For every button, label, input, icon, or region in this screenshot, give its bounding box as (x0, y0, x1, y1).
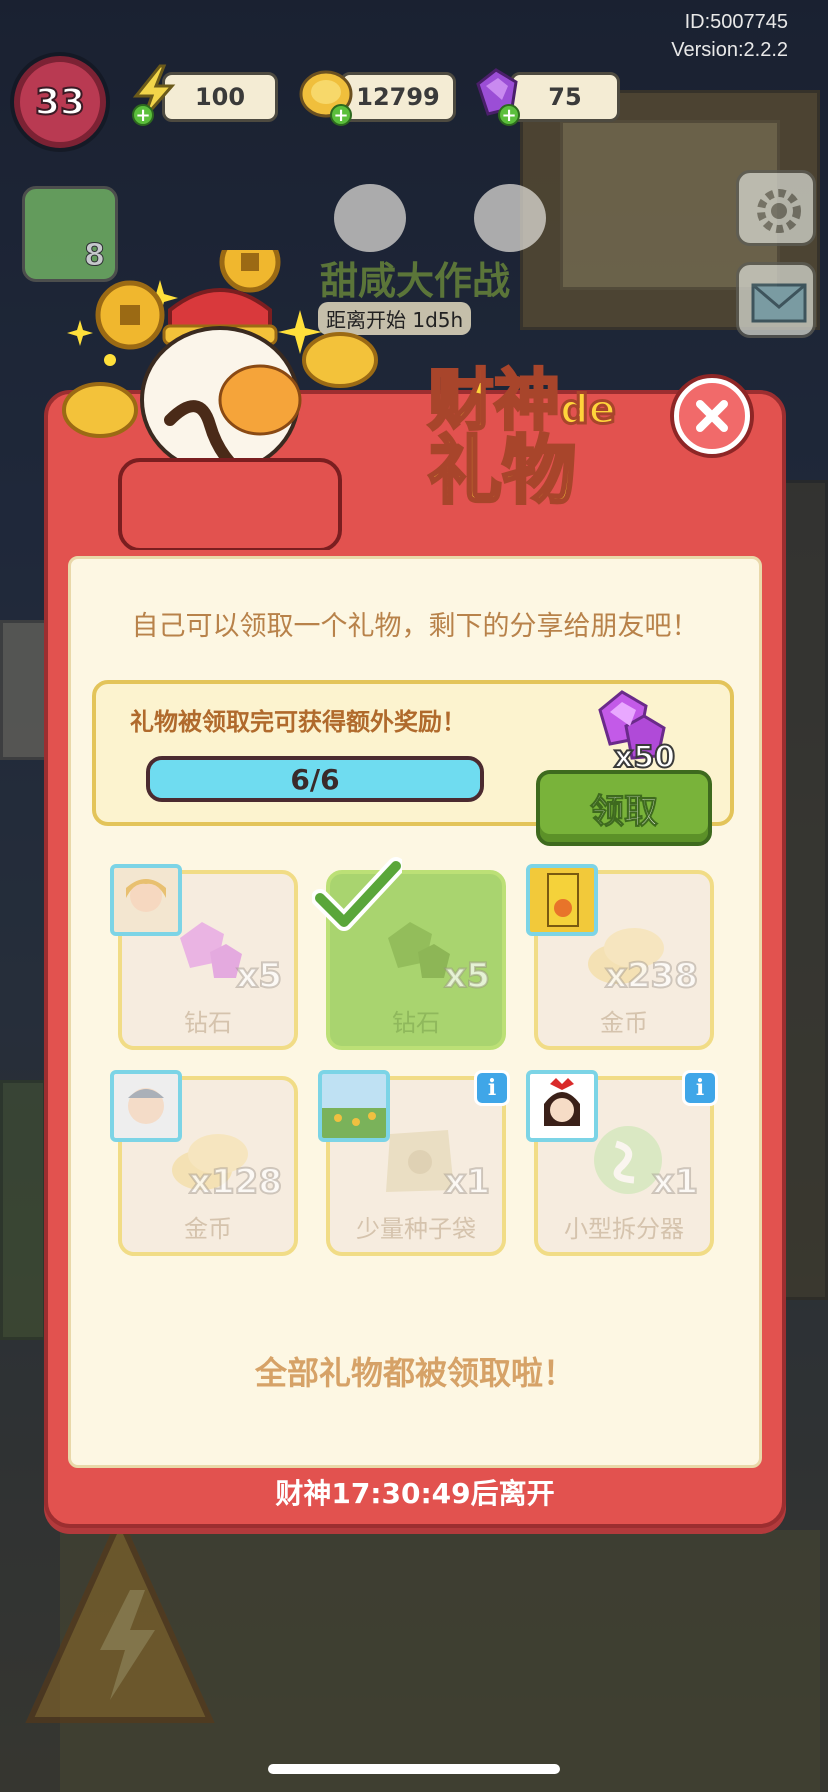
gift-qty: x128 (188, 1161, 283, 1203)
bonus-label: 礼物被领取完可获得额外奖励！ (130, 708, 466, 736)
gift-name: 金币 (600, 1009, 648, 1037)
claimer-avatar (110, 864, 182, 936)
claimer-avatar (526, 864, 598, 936)
god-of-wealth-mascot (62, 250, 378, 550)
gift-name: 钻石 (392, 1009, 440, 1037)
gift-info-button[interactable]: i (474, 1070, 510, 1106)
gift-qty: x1 (443, 1161, 491, 1203)
gem-value: 75 (548, 83, 582, 111)
coin-value: 12799 (356, 83, 440, 111)
add-gems-button[interactable]: + (498, 104, 520, 126)
dialog-title-line2: 礼物 (427, 428, 578, 514)
close-icon (696, 400, 728, 432)
gift-qty: x238 (604, 955, 699, 997)
claimer-avatar (110, 1070, 182, 1142)
settings-button[interactable] (736, 170, 816, 246)
event-mascots-icon (334, 184, 546, 252)
gift-qty: x1 (651, 1161, 699, 1203)
dialog-title: 财神de 礼物 (427, 366, 668, 514)
gift-claim-progress: 6/6 (146, 756, 484, 802)
gift-name: 少量种子袋 (356, 1215, 476, 1243)
dialog-title-suffix: de (559, 387, 618, 433)
gift-qty: x5 (235, 955, 283, 997)
info-icon: i (487, 1075, 497, 1101)
player-level-badge[interactable]: 33 (14, 56, 106, 148)
claim-bonus-button[interactable]: 领取 (536, 770, 712, 846)
claimer-avatar (318, 1070, 390, 1142)
gift-name: 金币 (184, 1215, 232, 1243)
progress-text: 6/6 (290, 762, 340, 796)
build-id: ID:5007745 (684, 11, 788, 33)
mail-icon (751, 283, 807, 323)
gear-icon (757, 189, 801, 233)
gift-info-button[interactable]: i (682, 1070, 718, 1106)
gift-qty: x5 (443, 955, 491, 997)
build-info: ID:5007745 Version:2.2.2 (671, 8, 788, 64)
claimed-checkmark-icon (312, 857, 402, 931)
player-level: 33 (34, 81, 86, 124)
leave-timer: 财神17:30:49后离开 (275, 1477, 555, 1510)
gift-name: 小型拆分器 (564, 1215, 684, 1243)
coin-counter[interactable]: 12799 (340, 72, 456, 122)
build-version: Version:2.2.2 (671, 39, 788, 61)
dialog-intro: 自己可以领取一个礼物，剩下的分享给朋友吧！ (131, 611, 699, 642)
info-icon: i (695, 1075, 705, 1101)
home-indicator[interactable] (268, 1764, 560, 1774)
gift-name: 钻石 (184, 1009, 232, 1037)
gem-counter[interactable]: 75 (510, 72, 620, 122)
energy-value: 100 (194, 83, 246, 111)
add-coins-button[interactable]: + (330, 104, 352, 126)
add-energy-button[interactable]: + (132, 104, 154, 126)
mail-button[interactable] (736, 262, 816, 338)
close-button[interactable] (674, 378, 750, 454)
claimer-avatar (526, 1070, 598, 1142)
all-claimed-message: 全部礼物都被领取啦！ (254, 1354, 575, 1392)
